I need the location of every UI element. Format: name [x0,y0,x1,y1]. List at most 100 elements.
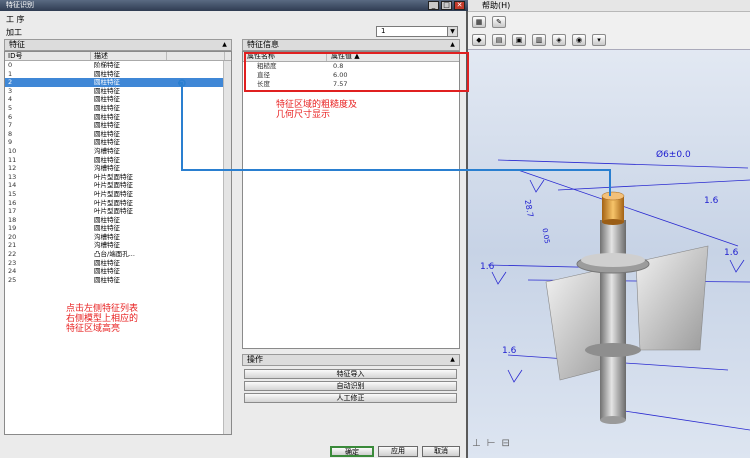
feature-id: 13 [8,172,17,181]
auto-recognize-button[interactable]: 自动识别 [244,381,457,391]
feature-list-scrollbar[interactable] [223,61,231,434]
import-features-button[interactable]: 特征导入 [244,369,457,379]
window-title: 特征识别 [6,1,34,9]
apply-button[interactable]: 应用 [378,446,418,457]
table-row[interactable]: 12 沟槽特征 [5,164,231,173]
cancel-button[interactable]: 取消 [422,446,460,457]
axis-icon[interactable]: ⊥ [472,438,481,449]
feature-description: 圆柱特征 [94,121,120,130]
table-row[interactable]: 4 圆柱特征 [5,95,231,104]
box-icon[interactable]: ▣ [512,34,526,46]
table-row[interactable]: 24 圆柱特征 [5,267,231,276]
table-row[interactable]: 20 沟槽特征 [5,233,231,242]
table-row[interactable]: 8 圆柱特征 [5,130,231,139]
col-extra[interactable] [167,52,225,60]
feature-id: 24 [8,267,17,276]
table-row[interactable]: 17 叶片型面特征 [5,207,231,216]
feature-id: 14 [8,181,17,190]
feature-id: 15 [8,189,17,198]
info-panel-header[interactable]: 特征信息 ▲ [242,39,460,51]
more-icon[interactable]: ▾ [592,34,606,46]
feature-description: 沟槽特征 [94,164,120,173]
collapse-icon[interactable]: ▲ [448,41,457,49]
feature-description: 圆柱特征 [94,258,120,267]
feature-id: 3 [8,86,13,95]
dim-roughness-1: 1.6 [480,262,495,272]
table-row[interactable]: 9 圆柱特征 [5,138,231,147]
feature-id: 2 [8,78,13,87]
cad-viewport[interactable]: 帮助(H) ▦ ✎ ◆ ▤ ▣ ▥ ◈ ◉ ▾ Ø6±0.0 28.7 1.6 … [468,0,750,458]
filter-icon[interactable]: ▥ [532,34,546,46]
triad-icon[interactable]: ⊢ [487,438,496,449]
table-row[interactable]: 14 叶片型面特征 [5,181,231,190]
table-row[interactable]: 22 凸台/端面孔... [5,250,231,259]
table-row[interactable]: 5 圆柱特征 [5,104,231,113]
feature-id: 19 [8,224,17,233]
feature-id: 16 [8,198,17,207]
machining-select[interactable]: 1 ▼ [376,26,458,37]
ok-button[interactable]: 确定 [330,446,374,457]
pencil-icon[interactable]: ✎ [492,16,506,28]
shape-icon[interactable]: ◆ [472,34,486,46]
features-panel-header[interactable]: 特征 ▲ [4,39,232,51]
feature-id: 12 [8,164,17,173]
menu-help[interactable]: 帮助(H) [482,1,510,10]
feature-description: 沟槽特征 [94,232,120,241]
feature-recognition-dialog: 特征识别 _ □ ✕ 工 序 加工 1 ▼ 特征 ▲ 特征信息 ▲ ID号 描述… [0,0,469,458]
feature-id: 10 [8,146,17,155]
table-row[interactable]: 15 叶片型面特征 [5,190,231,199]
feature-description: 叶片型面特征 [94,181,133,190]
feature-list[interactable]: ID号 描述 0 阶梯特征 1 圆柱特征 2 圆柱特征 3 圆柱特征 4 圆柱特征 5 圆柱特征 6 圆柱… [4,51,232,435]
feature-description: 叶片型面特征 [94,172,133,181]
table-row[interactable]: 7 圆柱特征 [5,121,231,130]
process-label: 工 序 [6,15,25,24]
table-row[interactable]: 6 圆柱特征 [5,113,231,122]
feature-description: 圆柱特征 [94,155,120,164]
table-row[interactable]: 10 沟槽特征 [5,147,231,156]
feature-list-header: ID号 描述 [5,52,231,61]
maximize-button[interactable]: □ [441,1,452,10]
col-desc[interactable]: 描述 [91,52,167,60]
table-row[interactable]: 23 圆柱特征 [5,259,231,268]
feature-description: 圆柱特征 [94,215,120,224]
feature-id: 25 [8,275,17,284]
feature-description: 沟槽特征 [94,146,120,155]
ops-panel-header[interactable]: 操作 ▲ [242,354,460,366]
table-row[interactable]: 1 圆柱特征 [5,70,231,79]
manual-fix-button[interactable]: 人工修正 [244,393,457,403]
table-row[interactable]: 16 叶片型面特征 [5,199,231,208]
collapse-icon[interactable]: ▲ [220,41,229,49]
table-row[interactable]: 19 圆柱特征 [5,224,231,233]
snap-icon[interactable]: ◈ [552,34,566,46]
feature-description: 圆柱特征 [94,69,120,78]
feature-id: 6 [8,112,13,121]
table-row[interactable]: 13 叶片型面特征 [5,173,231,182]
layer-icon[interactable]: ▤ [492,34,506,46]
table-row[interactable]: 11 圆柱特征 [5,156,231,165]
feature-id: 9 [8,138,13,147]
feature-id: 8 [8,129,13,138]
feature-description: 阶梯特征 [94,61,120,69]
dim-roughness-4: 1.6 [704,196,719,206]
display-icon[interactable]: ⊟ [501,438,509,449]
table-row[interactable]: 25 圆柱特征 [5,276,231,285]
cad-toolbar: ▦ ✎ ◆ ▤ ▣ ▥ ◈ ◉ ▾ [468,12,750,50]
part-model[interactable] [468,50,750,458]
view-icon[interactable]: ▦ [472,16,486,28]
feature-id: 21 [8,241,17,250]
table-row[interactable]: 18 圆柱特征 [5,216,231,225]
render-icon[interactable]: ◉ [572,34,586,46]
table-row[interactable]: 2 圆柱特征 [5,78,231,87]
minimize-button[interactable]: _ [428,1,439,10]
annotation-right: 特征区域的粗糙度及 几何尺寸显示 [276,100,358,120]
feature-id: 22 [8,250,17,259]
close-button[interactable]: ✕ [454,1,465,10]
feature-description: 叶片型面特征 [94,207,133,216]
feature-id: 17 [8,207,17,216]
collapse-icon[interactable]: ▲ [448,356,457,364]
table-row[interactable]: 3 圆柱特征 [5,87,231,96]
table-row[interactable]: 0 阶梯特征 [5,61,231,70]
table-row[interactable]: 21 沟槽特征 [5,241,231,250]
feature-id: 0 [8,61,13,69]
col-id[interactable]: ID号 [5,52,91,60]
